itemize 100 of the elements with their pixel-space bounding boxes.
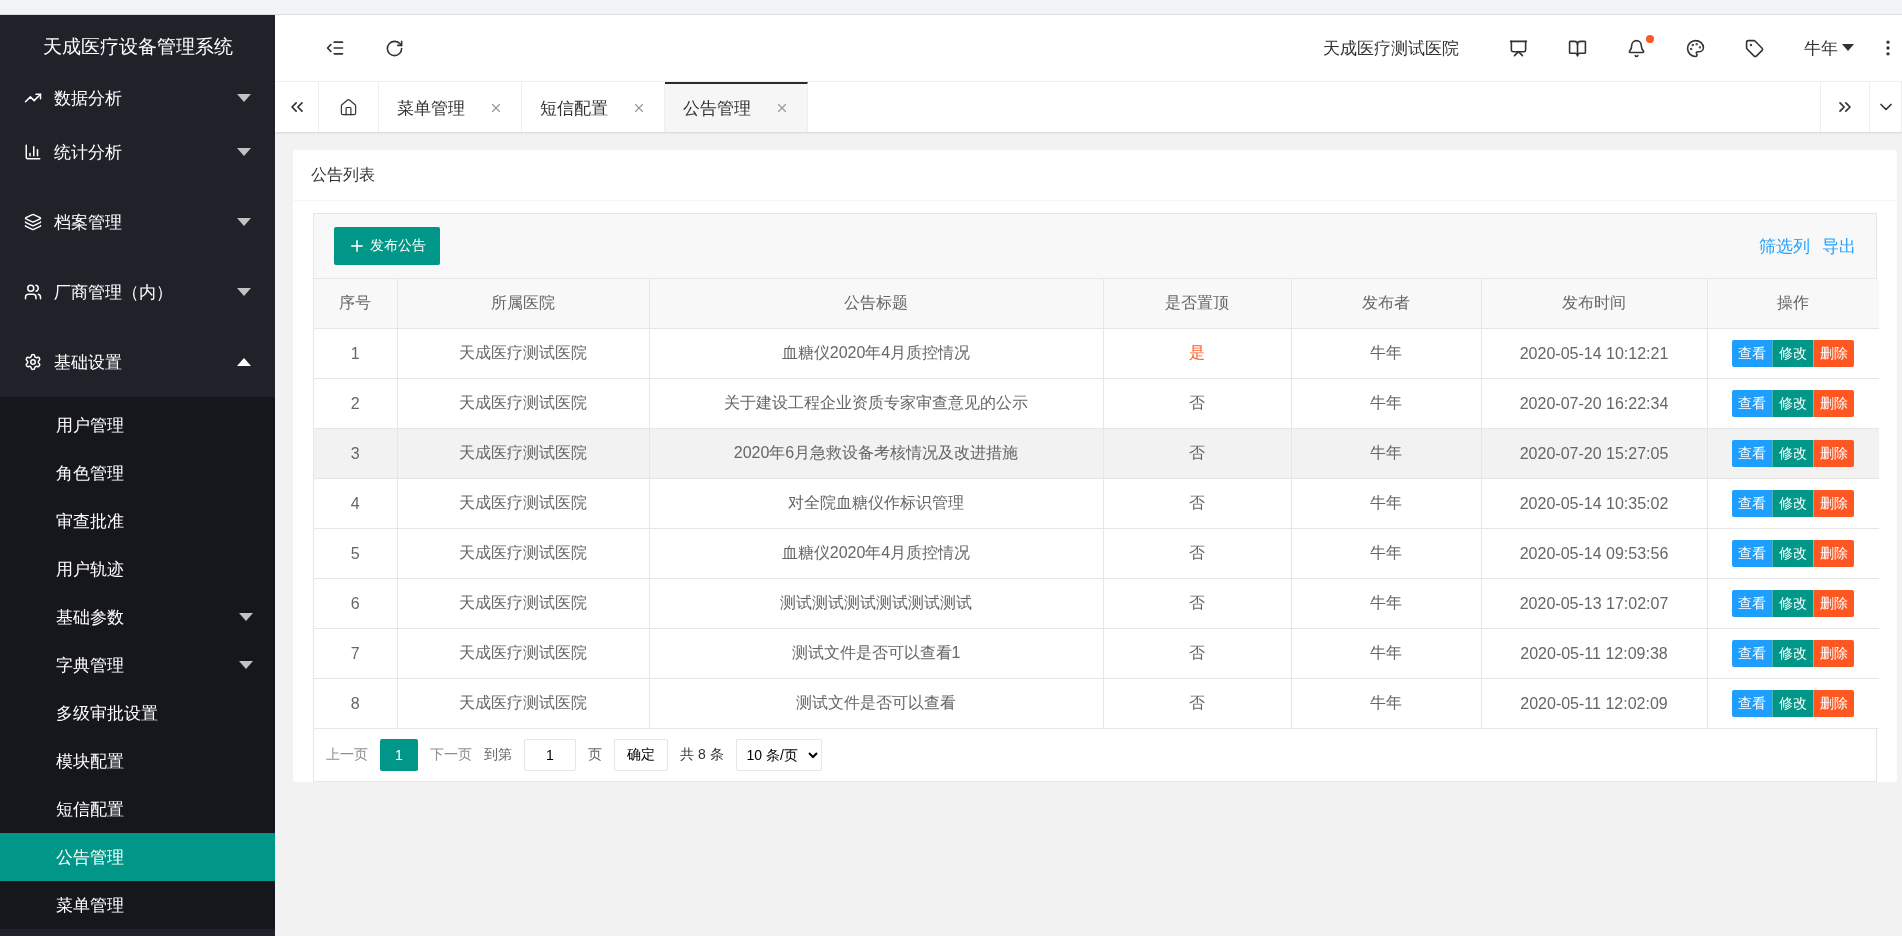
caret-icon [237, 218, 251, 226]
table-cell: 否 [1103, 628, 1291, 679]
table-cell: 天成医疗测试医院 [397, 328, 649, 379]
table-cell: 2020年6月急救设备考核情况及改进措施 [649, 428, 1103, 479]
table-cell: 7 [314, 628, 397, 679]
home-tab[interactable] [319, 82, 379, 132]
table-cell: 天成医疗测试医院 [397, 478, 649, 529]
table-cell: 否 [1103, 578, 1291, 629]
table-cell: 对全院血糖仪作标识管理 [649, 478, 1103, 529]
action-button[interactable]: 删除 [1813, 440, 1855, 467]
sidebar-subitem[interactable]: 公告管理 [0, 833, 275, 881]
column-header: 公告标题 [649, 279, 1103, 329]
caret-icon [237, 148, 251, 156]
collapse-menu-icon[interactable] [325, 38, 345, 58]
table-cell: 测试文件是否可以查看1 [649, 628, 1103, 679]
sidebar-subitem[interactable]: 短信配置 [0, 785, 275, 833]
sidebar-subitem[interactable]: 审查批准 [0, 497, 275, 545]
home-icon [339, 97, 358, 117]
page-size-select[interactable]: 10 条/页 [735, 739, 822, 771]
action-button[interactable]: 查看 [1732, 340, 1773, 367]
table-cell: 1 [314, 328, 397, 379]
page-number[interactable]: 1 [380, 739, 418, 771]
action-button[interactable]: 删除 [1813, 640, 1855, 667]
settings-icon [24, 353, 42, 371]
action-button[interactable]: 修改 [1772, 340, 1814, 367]
action-button[interactable]: 修改 [1772, 540, 1814, 567]
user-menu[interactable]: 牛年 [1784, 36, 1874, 60]
action-button[interactable]: 查看 [1732, 590, 1773, 617]
action-button[interactable]: 删除 [1813, 340, 1855, 367]
action-button[interactable]: 修改 [1772, 440, 1814, 467]
action-button[interactable]: 查看 [1732, 490, 1773, 517]
action-button[interactable]: 删除 [1813, 590, 1855, 617]
page-tab[interactable]: 公告管理 [665, 82, 808, 132]
table-cell: 2020-07-20 16:22:34 [1481, 378, 1707, 429]
table-cell: 牛年 [1291, 528, 1481, 579]
column-header: 所属医院 [397, 279, 649, 329]
tag-icon[interactable] [1745, 38, 1764, 58]
caret-icon [239, 613, 253, 621]
toolbar-link[interactable]: 筛选列 [1759, 234, 1810, 258]
action-button[interactable]: 修改 [1772, 490, 1814, 517]
table-cell: 牛年 [1291, 328, 1481, 379]
table-cell: 血糖仪2020年4月质控情况 [649, 528, 1103, 579]
app-title: 天成医疗设备管理系统 [0, 15, 275, 79]
page-tab[interactable]: 短信配置 [522, 82, 665, 132]
table-cell: 天成医疗测试医院 [397, 428, 649, 479]
close-icon[interactable] [489, 101, 503, 115]
table-cell: 是 [1103, 328, 1291, 379]
sidebar-subitem[interactable]: 菜单管理 [0, 881, 275, 929]
scroll-right-button[interactable] [1820, 82, 1870, 132]
table-cell: 2020-05-11 12:09:38 [1481, 628, 1707, 679]
sidebar-subitem[interactable]: 基础参数 [0, 593, 275, 641]
bell-icon[interactable] [1627, 38, 1646, 58]
caret-icon [1842, 44, 1854, 52]
action-button[interactable]: 查看 [1732, 390, 1773, 417]
table-cell: 2020-05-14 09:53:56 [1481, 528, 1707, 579]
action-button[interactable]: 查看 [1732, 440, 1773, 467]
book-icon[interactable] [1568, 38, 1587, 58]
sidebar-subitem[interactable]: 用户轨迹 [0, 545, 275, 593]
caret-icon [237, 288, 251, 296]
table-cell: 天成医疗测试医院 [397, 528, 649, 579]
caret-icon [237, 358, 251, 366]
action-button[interactable]: 修改 [1772, 640, 1814, 667]
column-header: 发布者 [1291, 279, 1481, 329]
scroll-left-button[interactable] [275, 82, 319, 132]
action-button[interactable]: 删除 [1813, 540, 1855, 567]
presentation-icon[interactable] [1509, 38, 1528, 58]
action-button[interactable]: 删除 [1813, 690, 1855, 717]
sidebar-subitem[interactable]: 字典管理 [0, 641, 275, 689]
palette-icon[interactable] [1686, 38, 1705, 58]
table-cell: 2020-05-14 10:12:21 [1481, 328, 1707, 379]
action-button[interactable]: 删除 [1813, 490, 1855, 517]
action-button[interactable]: 查看 [1732, 690, 1773, 717]
action-button[interactable]: 修改 [1772, 390, 1814, 417]
refresh-icon[interactable] [385, 38, 404, 58]
sidebar-subitem[interactable]: 模块配置 [0, 737, 275, 785]
table-cell: 牛年 [1291, 378, 1481, 429]
publish-button[interactable]: 发布公告 [334, 227, 440, 265]
page-tab[interactable]: 菜单管理 [379, 82, 522, 132]
action-button[interactable]: 修改 [1772, 590, 1814, 617]
table-cell: 4 [314, 478, 397, 529]
action-button[interactable]: 查看 [1732, 640, 1773, 667]
action-button[interactable]: 查看 [1732, 540, 1773, 567]
column-header: 操作 [1707, 279, 1879, 329]
table-cell: 5 [314, 528, 397, 579]
table-cell: 牛年 [1291, 678, 1481, 729]
table-cell: 牛年 [1291, 628, 1481, 679]
confirm-button[interactable]: 确定 [614, 739, 668, 771]
action-button[interactable]: 删除 [1813, 390, 1855, 417]
sidebar-subitem[interactable]: 多级审批设置 [0, 689, 275, 737]
sidebar-subitem[interactable]: 用户管理 [0, 401, 275, 449]
column-header: 是否置顶 [1103, 279, 1291, 329]
sidebar-subitem[interactable]: 角色管理 [0, 449, 275, 497]
table-cell: 2 [314, 378, 397, 429]
toolbar-link[interactable]: 导出 [1822, 234, 1856, 258]
table-cell: 3 [314, 428, 397, 479]
close-icon[interactable] [632, 101, 646, 115]
table-cell: 否 [1103, 478, 1291, 529]
action-button[interactable]: 修改 [1772, 690, 1814, 717]
page-input[interactable]: 1 [524, 739, 576, 771]
close-icon[interactable] [775, 101, 789, 115]
